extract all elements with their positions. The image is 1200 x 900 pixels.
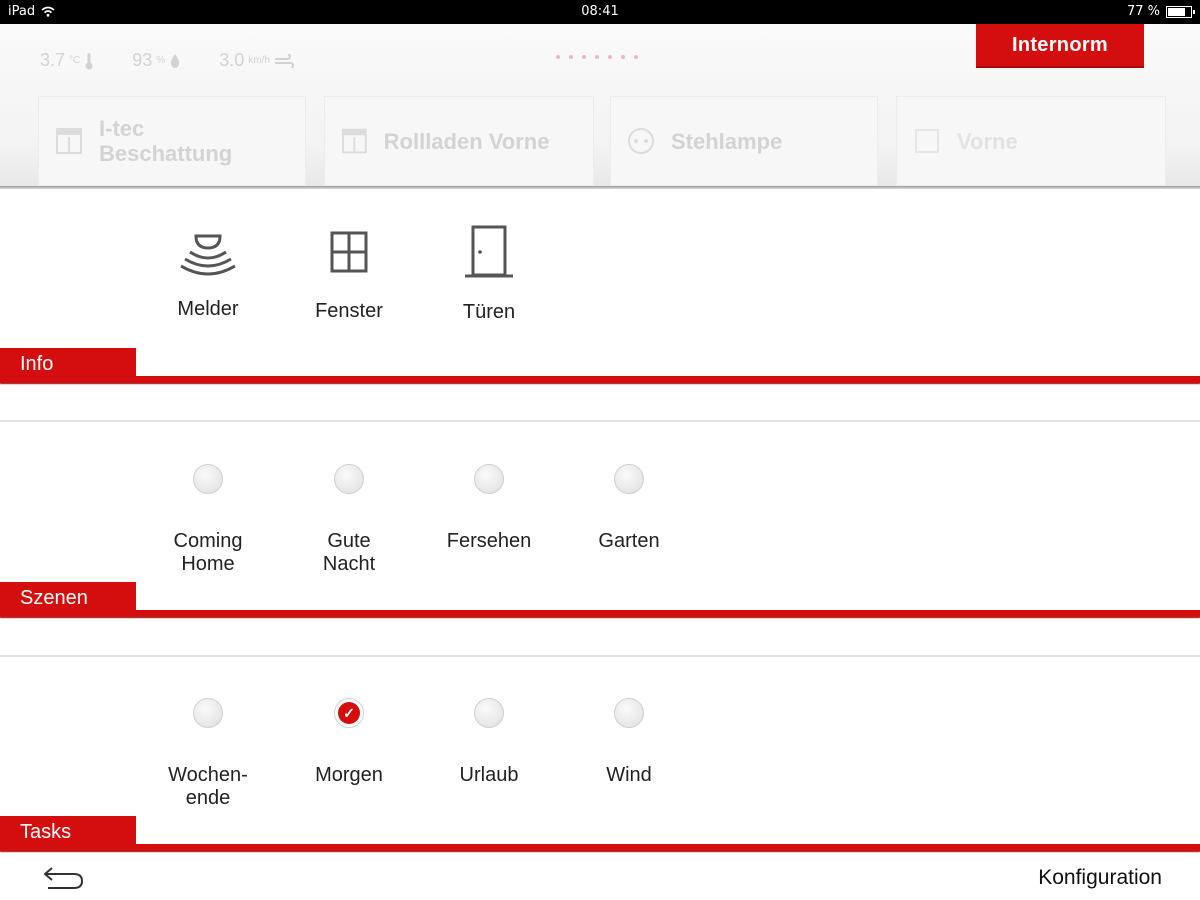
- wind-speed: 3.0 km/h: [219, 50, 294, 71]
- battery-fill: [1168, 7, 1185, 16]
- info-item-melder[interactable]: Melder: [138, 226, 278, 321]
- konfiguration-button[interactable]: Konfiguration: [1038, 866, 1162, 890]
- task-radio[interactable]: [193, 698, 223, 728]
- internorm-logo: Internorm: [976, 24, 1144, 68]
- door-icon: [465, 225, 513, 278]
- info-item-tueren[interactable]: Türen: [419, 224, 559, 324]
- tasks-tab-bar: Tasks: [0, 816, 1200, 851]
- lamp-socket-icon: [628, 128, 654, 154]
- task-morgen[interactable]: ✓ Morgen: [279, 698, 419, 787]
- info-section: Melder Fenster Türen Info: [0, 190, 1200, 390]
- info-tab: Info: [0, 348, 136, 378]
- task-radio[interactable]: [614, 698, 644, 728]
- section-divider-line: [0, 610, 1200, 617]
- wind-icon: [274, 53, 294, 68]
- device-label: Stehlampe: [671, 128, 783, 154]
- section-divider-line: [0, 376, 1200, 383]
- device-card-vorne[interactable]: Vorne: [896, 96, 1166, 186]
- weather-readout: 3.7 °C 93 % 3.0 km/h: [40, 50, 294, 71]
- scene-gute-nacht[interactable]: Gute Nacht: [279, 464, 419, 576]
- item-label: Türen: [462, 301, 516, 323]
- scene-coming-home[interactable]: Coming Home: [138, 464, 278, 576]
- status-bar: iPad 08:41 77 %: [0, 0, 1200, 24]
- shade-icon: [56, 128, 82, 154]
- bottom-bar: Konfiguration: [0, 856, 1200, 900]
- szenen-section: Coming Home Gute Nacht Fersehen Garten S…: [0, 424, 1200, 624]
- shutter-icon: [341, 128, 367, 154]
- page-indicator[interactable]: [556, 55, 638, 59]
- item-label-line1: Wind: [606, 764, 652, 786]
- window-icon: [330, 231, 368, 273]
- temperature-value: 3.7: [40, 50, 66, 70]
- device-card-stehlampe[interactable]: Stehlampe: [610, 96, 878, 186]
- temperature-unit: °C: [69, 55, 81, 66]
- back-arrow-icon[interactable]: [42, 862, 86, 892]
- device-card-itec-beschattung[interactable]: I-tec Beschattung: [38, 96, 306, 186]
- tasks-section: Wochen- ende ✓ Morgen Urlaub Wind Tasks: [0, 658, 1200, 858]
- status-time: 08:41: [581, 4, 619, 19]
- checkmark-icon: ✓: [338, 702, 360, 724]
- temperature: 3.7 °C: [40, 50, 94, 71]
- device-label: Rollladen Vorne: [383, 128, 550, 154]
- item-label-line2: ende: [185, 787, 231, 809]
- scene-radio[interactable]: [614, 464, 644, 494]
- item-label: Melder: [177, 298, 239, 320]
- scene-radio[interactable]: [193, 464, 223, 494]
- task-urlaub[interactable]: Urlaub: [419, 698, 559, 787]
- thermometer-icon: [85, 52, 93, 69]
- item-label: Fenster: [315, 300, 383, 322]
- device-label: I-tec Beschattung: [99, 116, 233, 166]
- detector-icon: [180, 234, 236, 276]
- wind-unit: km/h: [248, 55, 270, 66]
- task-wind[interactable]: Wind: [559, 698, 699, 787]
- scene-radio[interactable]: [334, 464, 364, 494]
- info-tab-bar: Info: [0, 348, 1200, 383]
- scene-garten[interactable]: Garten: [559, 464, 699, 553]
- separator: [0, 655, 1200, 657]
- humidity-value: 93: [132, 50, 153, 70]
- task-wochenende[interactable]: Wochen- ende: [138, 698, 278, 810]
- device-header: 3.7 °C 93 % 3.0 km/h Internorm I-tec Bes…: [0, 24, 1200, 189]
- separator: [0, 420, 1200, 422]
- item-label-line1: Morgen: [315, 764, 383, 786]
- humidity: 93 %: [132, 50, 181, 71]
- info-item-fenster[interactable]: Fenster: [279, 230, 419, 323]
- humidity-unit: %: [156, 55, 166, 66]
- item-label-line1: Garten: [598, 530, 660, 552]
- wind-value: 3.0: [219, 50, 245, 70]
- item-label-line1: Wochen-: [168, 764, 248, 786]
- szenen-tab: Szenen: [0, 582, 136, 612]
- szenen-tab-bar: Szenen: [0, 582, 1200, 617]
- humidity-drop-icon: [171, 53, 180, 68]
- item-label-line2: Home: [181, 553, 235, 575]
- scene-radio[interactable]: [474, 464, 504, 494]
- task-radio[interactable]: [474, 698, 504, 728]
- item-label-line1: Urlaub: [459, 764, 519, 786]
- device-card-rollladen-vorne[interactable]: Rollladen Vorne: [324, 96, 594, 186]
- device-label: Vorne: [957, 128, 1018, 154]
- device-icon: [915, 129, 939, 153]
- task-radio-checked[interactable]: ✓: [334, 698, 364, 728]
- section-divider-line: [0, 844, 1200, 851]
- battery-icon: [1166, 5, 1195, 18]
- battery-percent: 77 %: [1126, 4, 1160, 19]
- item-label-line1: Fersehen: [446, 530, 532, 552]
- scene-fersehen[interactable]: Fersehen: [419, 464, 559, 553]
- item-label-line2: Nacht: [322, 553, 376, 575]
- tasks-tab: Tasks: [0, 816, 136, 846]
- item-label-line1: Gute: [327, 530, 371, 552]
- item-label-line1: Coming: [173, 530, 243, 552]
